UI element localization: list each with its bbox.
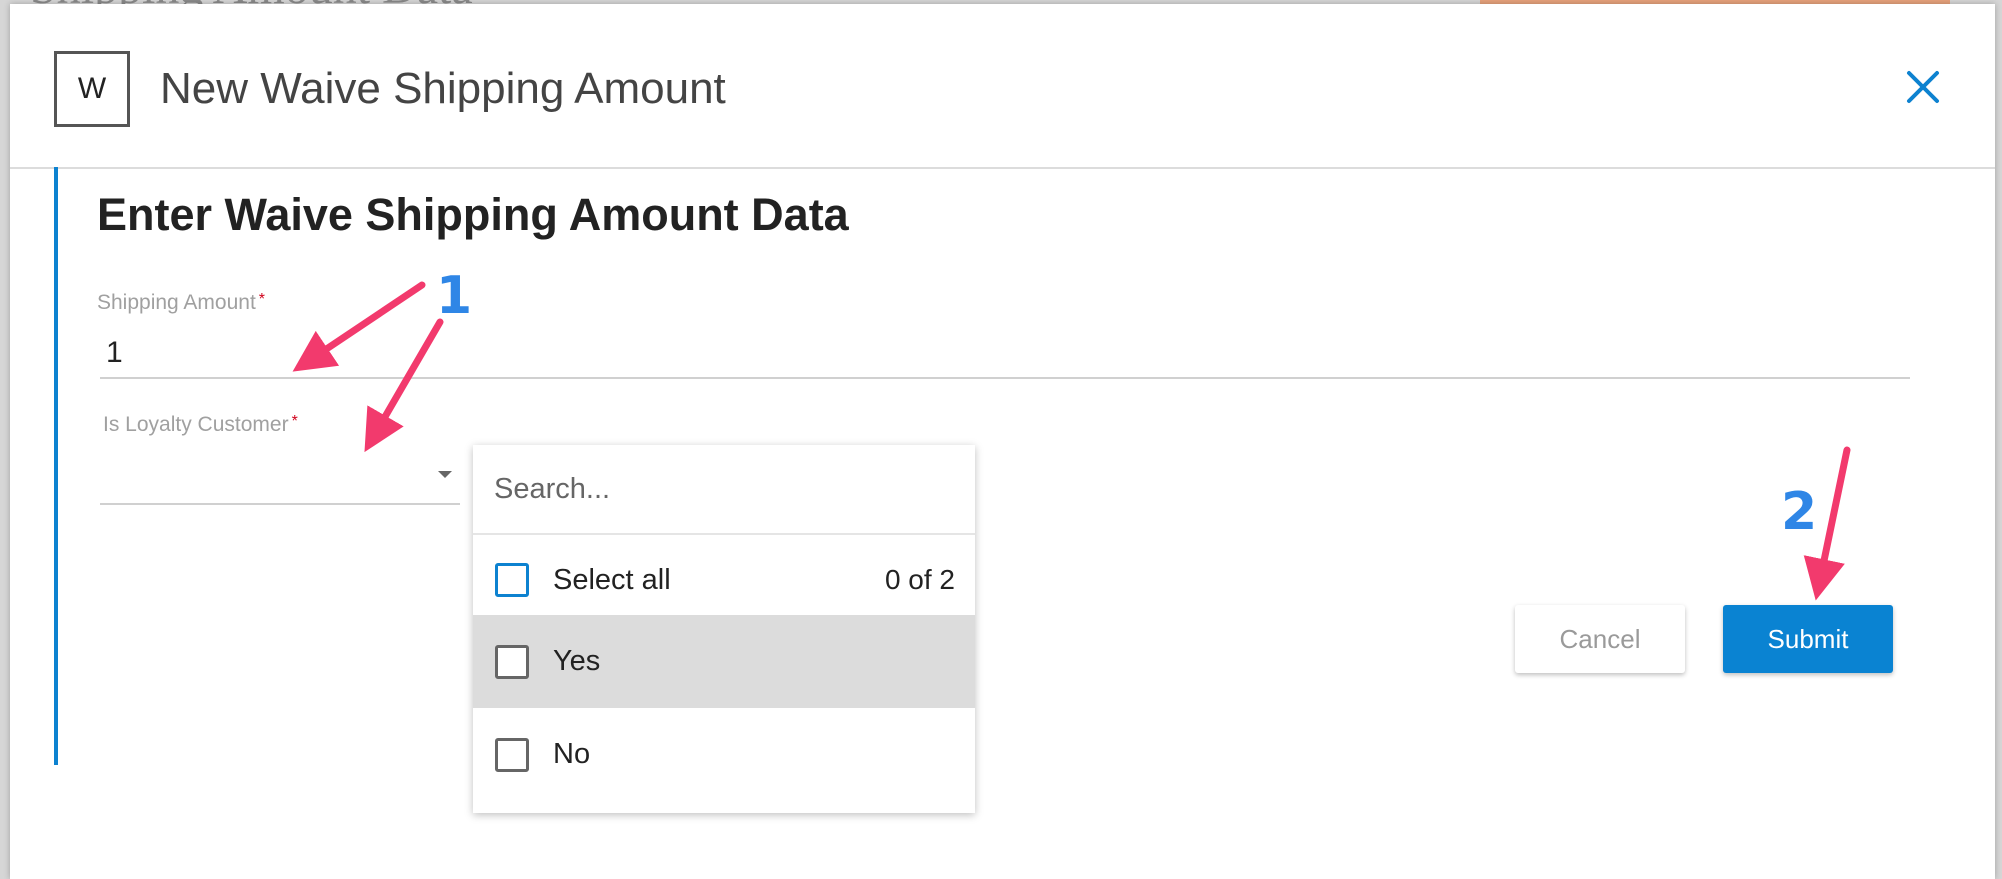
entity-badge: W (54, 51, 130, 127)
dropdown-option-yes[interactable]: Yes (473, 615, 975, 708)
shipping-amount-input[interactable] (100, 329, 1910, 379)
required-marker: * (291, 413, 298, 430)
no-checkbox[interactable] (495, 737, 529, 772)
is-loyalty-customer-select[interactable] (100, 449, 460, 505)
close-icon[interactable] (1900, 64, 1946, 110)
shipping-amount-label: Shipping Amount * (97, 291, 265, 315)
required-marker: * (258, 291, 266, 308)
loyalty-dropdown-menu: Select all 0 of 2 Yes No (473, 445, 975, 813)
shipping-amount-label-text: Shipping Amount (97, 291, 256, 314)
modal-header: W New Waive Shipping Amount (10, 4, 1995, 169)
select-all-label: Select all (553, 563, 671, 596)
is-loyalty-customer-label-text: Is Loyalty Customer (103, 413, 289, 436)
selection-count: 0 of 2 (884, 564, 955, 595)
dropdown-option-no[interactable]: No (473, 708, 975, 801)
option-label-yes: Yes (553, 645, 601, 677)
yes-checkbox[interactable] (495, 644, 529, 679)
option-label-no: No (553, 738, 591, 770)
section-accent-bar (54, 167, 58, 765)
section-title: Enter Waive Shipping Amount Data (97, 189, 849, 240)
select-all-checkbox[interactable] (495, 563, 529, 597)
chevron-down-icon[interactable] (438, 471, 452, 478)
submit-button[interactable]: Submit (1723, 605, 1893, 673)
is-loyalty-customer-label: Is Loyalty Customer * (103, 413, 298, 437)
modal-dialog: W New Waive Shipping Amount Enter Waive … (10, 4, 1995, 879)
cancel-button[interactable]: Cancel (1515, 605, 1685, 673)
modal-title: New Waive Shipping Amount (160, 64, 726, 113)
dropdown-search-input[interactable] (473, 445, 975, 535)
select-all-row[interactable]: Select all 0 of 2 (473, 537, 975, 623)
